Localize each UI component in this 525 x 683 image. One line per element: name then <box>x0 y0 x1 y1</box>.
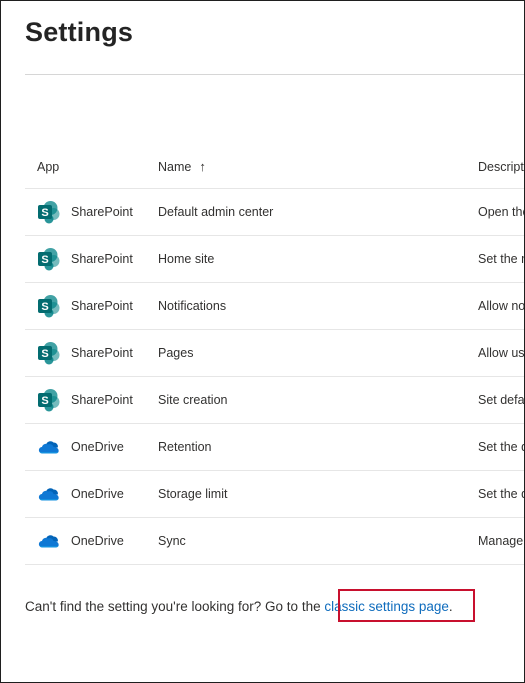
column-header-app-label: App <box>37 159 60 174</box>
column-header-name-label: Name <box>158 159 192 174</box>
table-body: S SharePoint Default admin center Open the… <box>25 189 525 565</box>
app-cell: S SharePoint <box>37 377 152 423</box>
highlight-annotation-box <box>338 589 475 622</box>
svg-text:S: S <box>41 207 48 219</box>
table-row[interactable]: S SharePoint Default admin center Open the <box>25 189 525 236</box>
table-row[interactable]: S SharePoint Pages Allow use <box>25 330 525 377</box>
app-name: OneDrive <box>71 487 124 501</box>
title-divider <box>25 74 524 75</box>
onedrive-icon <box>37 482 61 506</box>
setting-description: Set the d <box>478 440 525 454</box>
app-name: OneDrive <box>71 534 124 548</box>
app-name: OneDrive <box>71 440 124 454</box>
setting-name: Default admin center <box>158 205 274 219</box>
app-name: SharePoint <box>71 205 133 219</box>
app-cell: OneDrive <box>37 424 152 470</box>
page-title: Settings <box>25 17 134 47</box>
sharepoint-icon: S <box>37 388 61 412</box>
svg-text:S: S <box>41 301 48 313</box>
column-header-description[interactable]: Descripti <box>478 145 525 188</box>
sort-ascending-icon: ↑ <box>199 159 206 174</box>
footer-text: Can't find the setting you're looking fo… <box>25 599 325 614</box>
sharepoint-icon: S <box>37 294 61 318</box>
setting-description: Open the <box>478 205 525 219</box>
setting-name: Pages <box>158 346 194 360</box>
app-name: SharePoint <box>71 299 133 313</box>
sharepoint-icon: S <box>37 200 61 224</box>
setting-name: Retention <box>158 440 212 454</box>
svg-text:S: S <box>41 348 48 360</box>
setting-name: Site creation <box>158 393 228 407</box>
table-row[interactable]: S SharePoint Site creation Set defau <box>25 377 525 424</box>
setting-description: Set the d <box>478 487 525 501</box>
setting-name: Sync <box>158 534 186 548</box>
table-row[interactable]: OneDrive Sync Manage <box>25 518 524 565</box>
setting-name: Storage limit <box>158 487 228 501</box>
app-cell: S SharePoint <box>37 330 152 376</box>
setting-description: Allow use <box>478 346 525 360</box>
settings-page: Settings App Name ↑ Descripti S SharePoi… <box>0 0 525 683</box>
app-name: SharePoint <box>71 346 133 360</box>
setting-name: Notifications <box>158 299 227 313</box>
sharepoint-icon: S <box>37 247 61 271</box>
setting-description: Allow no <box>478 299 525 313</box>
table-row[interactable]: S SharePoint Notifications Allow no <box>25 283 525 330</box>
table-row[interactable]: OneDrive Storage limit Set the d <box>25 471 525 518</box>
app-cell: OneDrive <box>37 471 152 517</box>
app-cell: OneDrive <box>37 518 152 564</box>
onedrive-icon <box>37 529 61 553</box>
setting-description: Manage <box>478 534 524 548</box>
app-cell: S SharePoint <box>37 283 152 329</box>
app-cell: S SharePoint <box>37 236 152 282</box>
svg-text:S: S <box>41 254 48 266</box>
table-row[interactable]: S SharePoint Home site Set the m <box>25 236 524 283</box>
app-cell: S SharePoint <box>37 189 152 235</box>
app-name: SharePoint <box>71 393 133 407</box>
table-header-row: App Name ↑ Descripti <box>25 145 525 189</box>
sharepoint-icon: S <box>37 341 61 365</box>
column-header-app[interactable]: App <box>37 145 152 188</box>
onedrive-icon <box>37 435 61 459</box>
app-name: SharePoint <box>71 252 133 266</box>
settings-table: App Name ↑ Descripti S SharePoint Default… <box>25 145 525 565</box>
table-row[interactable]: OneDrive Retention Set the d <box>25 424 525 471</box>
column-header-name[interactable]: Name ↑ <box>158 145 468 188</box>
setting-name: Home site <box>158 252 215 266</box>
column-header-description-label: Descripti <box>478 159 525 174</box>
setting-description: Set the m <box>478 252 524 266</box>
setting-description: Set defau <box>478 393 525 407</box>
svg-text:S: S <box>41 395 48 407</box>
